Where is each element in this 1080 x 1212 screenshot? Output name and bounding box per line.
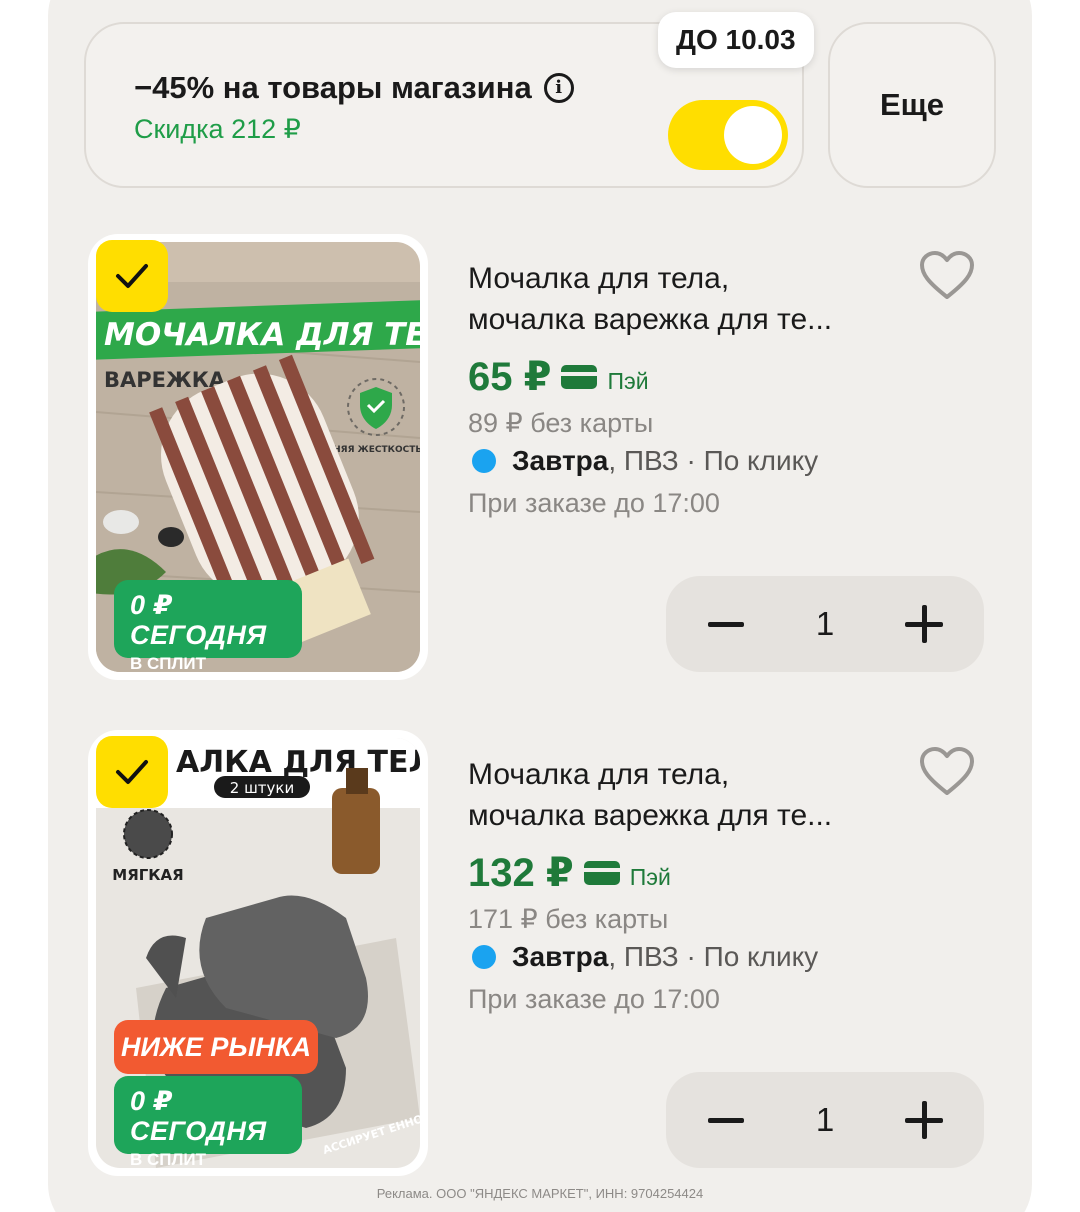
promo-title-text: −45% на товары магазина xyxy=(134,70,532,105)
order-deadline-note: При заказе до 17:00 xyxy=(468,984,720,1014)
product-title-line1: Мочалка для тела, xyxy=(468,262,730,295)
image-note: МЯГКАЯ xyxy=(112,866,183,884)
delivery-dot-icon xyxy=(472,945,496,969)
image-subheading: ВАРЕЖКА xyxy=(104,368,226,392)
price-without-card: 171 ₽ без карты xyxy=(468,904,669,934)
product-title[interactable]: Мочалка для тела, мочалка варежка для те… xyxy=(468,258,908,340)
plus-icon xyxy=(905,1101,943,1139)
price-row: 132 ₽ Пэй xyxy=(468,850,671,896)
pay-card-icon xyxy=(561,365,598,389)
decrease-quantity-button[interactable] xyxy=(678,1072,774,1168)
decrease-quantity-button[interactable] xyxy=(678,576,774,672)
below-market-badge: НИЖЕ РЫНКА xyxy=(114,1020,318,1074)
discount-toggle[interactable] xyxy=(668,100,788,170)
ad-disclaimer: Реклама. ООО "ЯНДЕКС МАРКЕТ", ИНН: 97042… xyxy=(376,1186,704,1201)
price-without-card: 89 ₽ без карты xyxy=(468,408,654,438)
cart-item: АЛКА ДЛЯ ТЕЛА 2 штуки МЯГКАЯ АССИРУЕТ ЕН… xyxy=(0,730,1080,1180)
delivery-dot-icon xyxy=(472,449,496,473)
promo-title: −45% на товары магазина i xyxy=(134,70,574,106)
split-badge: 0 ₽ СЕГОДНЯ В СПЛИТ xyxy=(114,580,302,673)
toggle-knob xyxy=(724,106,782,164)
favorite-heart-icon[interactable] xyxy=(918,746,976,798)
deadline-badge: ДО 10.03 xyxy=(658,12,814,68)
split-badge-title: 0 ₽ СЕГОДНЯ xyxy=(130,1086,267,1146)
split-badge: 0 ₽ СЕГОДНЯ В СПЛИТ xyxy=(114,1076,302,1169)
delivery-day: Завтра xyxy=(512,445,609,476)
delivery-info: Завтра, ПВЗ · По клику xyxy=(472,445,818,477)
delivery-details: , ПВЗ · По клику xyxy=(608,445,819,476)
price-row: 65 ₽ Пэй xyxy=(468,354,649,400)
delivery-details: , ПВЗ · По клику xyxy=(608,941,819,972)
minus-icon xyxy=(708,1117,744,1123)
quantity-stepper: 1 xyxy=(666,1072,984,1168)
quantity-stepper: 1 xyxy=(666,576,984,672)
image-heading: АЛКА ДЛЯ ТЕЛА xyxy=(176,745,420,780)
card-price: 132 ₽ xyxy=(468,851,574,895)
select-checkbox[interactable] xyxy=(96,240,168,312)
plus-icon xyxy=(905,605,943,643)
promo-discount: Скидка 212 ₽ xyxy=(134,114,301,144)
product-title[interactable]: Мочалка для тела, мочалка варежка для те… xyxy=(468,754,908,836)
info-icon[interactable]: i xyxy=(543,73,574,103)
increase-quantity-button[interactable] xyxy=(876,576,972,672)
split-badge-title: 0 ₽ СЕГОДНЯ xyxy=(130,590,267,650)
split-badge-subtitle: В СПЛИТ xyxy=(130,1150,207,1169)
product-title-line2: мочалка варежка для те... xyxy=(468,303,833,336)
pay-label: Пэй xyxy=(629,863,671,890)
select-checkbox[interactable] xyxy=(96,736,168,808)
checkmark-icon xyxy=(116,264,148,288)
product-title-line1: Мочалка для тела, xyxy=(468,758,730,791)
order-deadline-note: При заказе до 17:00 xyxy=(468,488,720,518)
more-button[interactable]: Еще xyxy=(828,22,996,188)
card-price: 65 ₽ xyxy=(468,355,552,399)
delivery-day: Завтра xyxy=(512,941,609,972)
quantity-value: 1 xyxy=(815,605,835,642)
minus-icon xyxy=(708,621,744,627)
product-title-line2: мочалка варежка для те... xyxy=(468,799,833,832)
image-subheading: 2 штуки xyxy=(230,779,294,797)
pay-label: Пэй xyxy=(607,367,649,394)
increase-quantity-button[interactable] xyxy=(876,1072,972,1168)
favorite-heart-icon[interactable] xyxy=(918,250,976,302)
split-badge-subtitle: В СПЛИТ xyxy=(130,654,207,673)
quantity-value: 1 xyxy=(815,1101,835,1138)
cart-item: МОЧАЛКА ДЛЯ ТЕЛА ВАРЕЖКА СРЕДНЯЯ ЖЕСТКОС… xyxy=(0,234,1080,684)
delivery-info: Завтра, ПВЗ · По клику xyxy=(472,941,818,973)
image-heading: МОЧАЛКА ДЛЯ ТЕЛА xyxy=(104,317,420,353)
pay-card-icon xyxy=(583,861,620,885)
checkmark-icon xyxy=(116,760,148,784)
